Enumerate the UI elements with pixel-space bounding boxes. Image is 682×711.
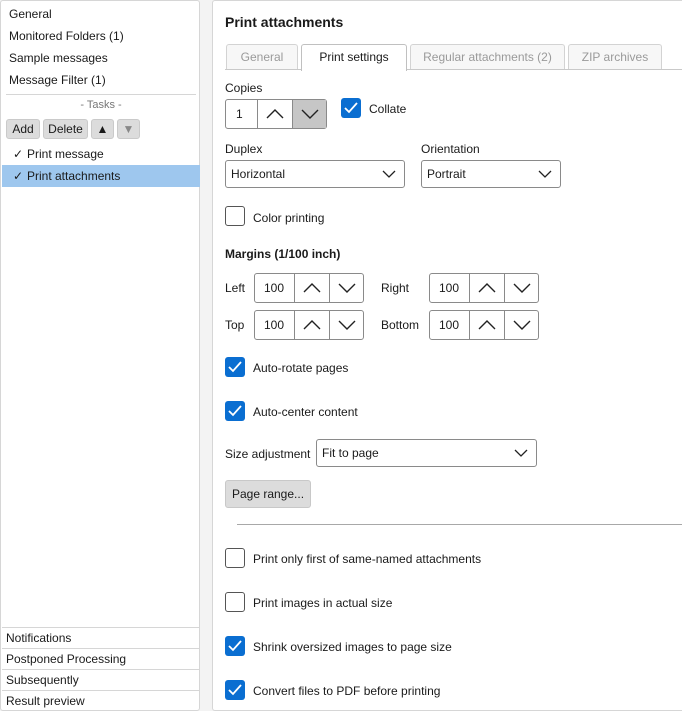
nav-general[interactable]: General [9, 4, 52, 24]
chevron-up-icon [303, 283, 321, 293]
nav-sample-messages[interactable]: Sample messages [9, 48, 108, 68]
margin-top-stepper: 100 [254, 310, 364, 340]
margin-left-stepper: 100 [254, 273, 364, 303]
chevron-down-icon [301, 109, 318, 119]
orientation-select[interactable]: Portrait [421, 160, 561, 188]
margin-left-value[interactable]: 100 [255, 274, 295, 302]
convert-to-pdf-checkbox[interactable] [225, 680, 245, 700]
margin-right-label: Right [381, 281, 410, 295]
tab-zip-archives[interactable]: ZIP archives [568, 44, 662, 70]
chevron-down-icon [382, 170, 396, 178]
shrink-oversized-checkbox[interactable] [225, 636, 245, 656]
sidebar: General Monitored Folders (1) Sample mes… [0, 0, 200, 711]
check-icon [228, 640, 242, 652]
chevron-up-icon [478, 320, 496, 330]
margin-bottom-stepper: 100 [429, 310, 539, 340]
orientation-value: Portrait [427, 167, 466, 181]
color-printing-label: Color printing [253, 211, 325, 225]
task-label: Print message [27, 147, 104, 161]
size-adjustment-label: Size adjustment [225, 447, 311, 461]
copies-decrement-button[interactable] [292, 100, 326, 128]
tab-strip-border [225, 69, 682, 70]
task-print-attachments[interactable]: ✓ Print attachments [2, 165, 200, 187]
chevron-down-icon [513, 320, 530, 330]
task-print-message[interactable]: ✓ Print message [2, 143, 200, 165]
chevron-up-icon [303, 320, 321, 330]
chevron-down-icon [338, 320, 355, 330]
chevron-up-icon [478, 283, 496, 293]
margin-right-decrement-button[interactable] [504, 274, 538, 302]
move-down-button[interactable]: ▼ [117, 119, 140, 139]
tab-general[interactable]: General [226, 44, 298, 70]
margin-left-decrement-button[interactable] [329, 274, 363, 302]
check-icon [228, 405, 242, 417]
chevron-down-icon [513, 283, 530, 293]
chevron-down-icon [514, 449, 528, 457]
first-named-only-label: Print only first of same-named attachmen… [253, 552, 482, 566]
auto-rotate-checkbox[interactable] [225, 357, 245, 377]
page-range-button[interactable]: Page range... [225, 480, 311, 508]
duplex-label: Duplex [225, 142, 263, 156]
margin-right-value[interactable]: 100 [430, 274, 470, 302]
copies-increment-button[interactable] [258, 100, 292, 128]
duplex-select[interactable]: Horizontal [225, 160, 405, 188]
actual-size-label: Print images in actual size [253, 596, 393, 610]
margin-top-increment-button[interactable] [295, 311, 329, 339]
check-icon [228, 361, 242, 373]
chevron-down-icon [338, 283, 355, 293]
copies-label: Copies [225, 81, 263, 95]
tab-regular-attachments[interactable]: Regular attachments (2) [410, 44, 565, 70]
margin-left-label: Left [225, 281, 246, 295]
margin-top-decrement-button[interactable] [329, 311, 363, 339]
auto-rotate-label: Auto-rotate pages [253, 361, 349, 375]
margin-bottom-increment-button[interactable] [470, 311, 504, 339]
page-title: Print attachments [225, 14, 344, 30]
delete-task-button[interactable]: Delete [43, 119, 88, 139]
shrink-oversized-label: Shrink oversized images to page size [253, 640, 452, 654]
add-task-button[interactable]: Add [6, 119, 40, 139]
collate-checkbox[interactable] [341, 98, 361, 118]
nav-notifications[interactable]: Notifications [2, 627, 200, 648]
margin-top-value[interactable]: 100 [255, 311, 295, 339]
size-adjustment-value: Fit to page [322, 446, 379, 460]
copies-value[interactable]: 1 [226, 100, 258, 128]
chevron-up-icon [266, 109, 284, 119]
margin-bottom-decrement-button[interactable] [504, 311, 538, 339]
first-named-only-checkbox[interactable] [225, 548, 245, 568]
margin-right-stepper: 100 [429, 273, 539, 303]
tasks-label: - Tasks - [80, 99, 122, 111]
margin-left-increment-button[interactable] [295, 274, 329, 302]
chevron-down-icon [538, 170, 552, 178]
color-printing-checkbox[interactable] [225, 206, 245, 226]
collate-label: Collate [369, 102, 407, 116]
move-up-button[interactable]: ▲ [91, 119, 114, 139]
nav-monitored-folders[interactable]: Monitored Folders (1) [9, 26, 124, 46]
sidebar-divider [6, 94, 196, 95]
actual-size-checkbox[interactable] [225, 592, 245, 612]
check-icon: ✓ [13, 147, 24, 161]
margin-top-label: Top [225, 318, 245, 332]
margins-heading: Margins (1/100 inch) [225, 247, 341, 261]
size-adjustment-select[interactable]: Fit to page [316, 439, 537, 467]
tab-print-settings[interactable]: Print settings [301, 44, 407, 71]
auto-center-checkbox[interactable] [225, 401, 245, 421]
margin-bottom-value[interactable]: 100 [430, 311, 470, 339]
check-icon [228, 684, 242, 696]
margin-bottom-label: Bottom [381, 318, 420, 332]
duplex-value: Horizontal [231, 167, 286, 181]
nav-postponed-processing[interactable]: Postponed Processing [2, 648, 200, 669]
nav-result-preview[interactable]: Result preview [2, 690, 200, 711]
check-icon: ✓ [13, 169, 24, 183]
copies-stepper: 1 [225, 99, 327, 129]
check-icon [344, 102, 358, 114]
orientation-label: Orientation [421, 142, 480, 156]
convert-to-pdf-label: Convert files to PDF before printing [253, 684, 441, 698]
margin-right-increment-button[interactable] [470, 274, 504, 302]
task-label: Print attachments [27, 169, 121, 183]
auto-center-label: Auto-center content [253, 405, 358, 419]
section-divider [237, 524, 682, 525]
nav-message-filter[interactable]: Message Filter (1) [9, 70, 106, 90]
nav-subsequently[interactable]: Subsequently [2, 669, 200, 690]
